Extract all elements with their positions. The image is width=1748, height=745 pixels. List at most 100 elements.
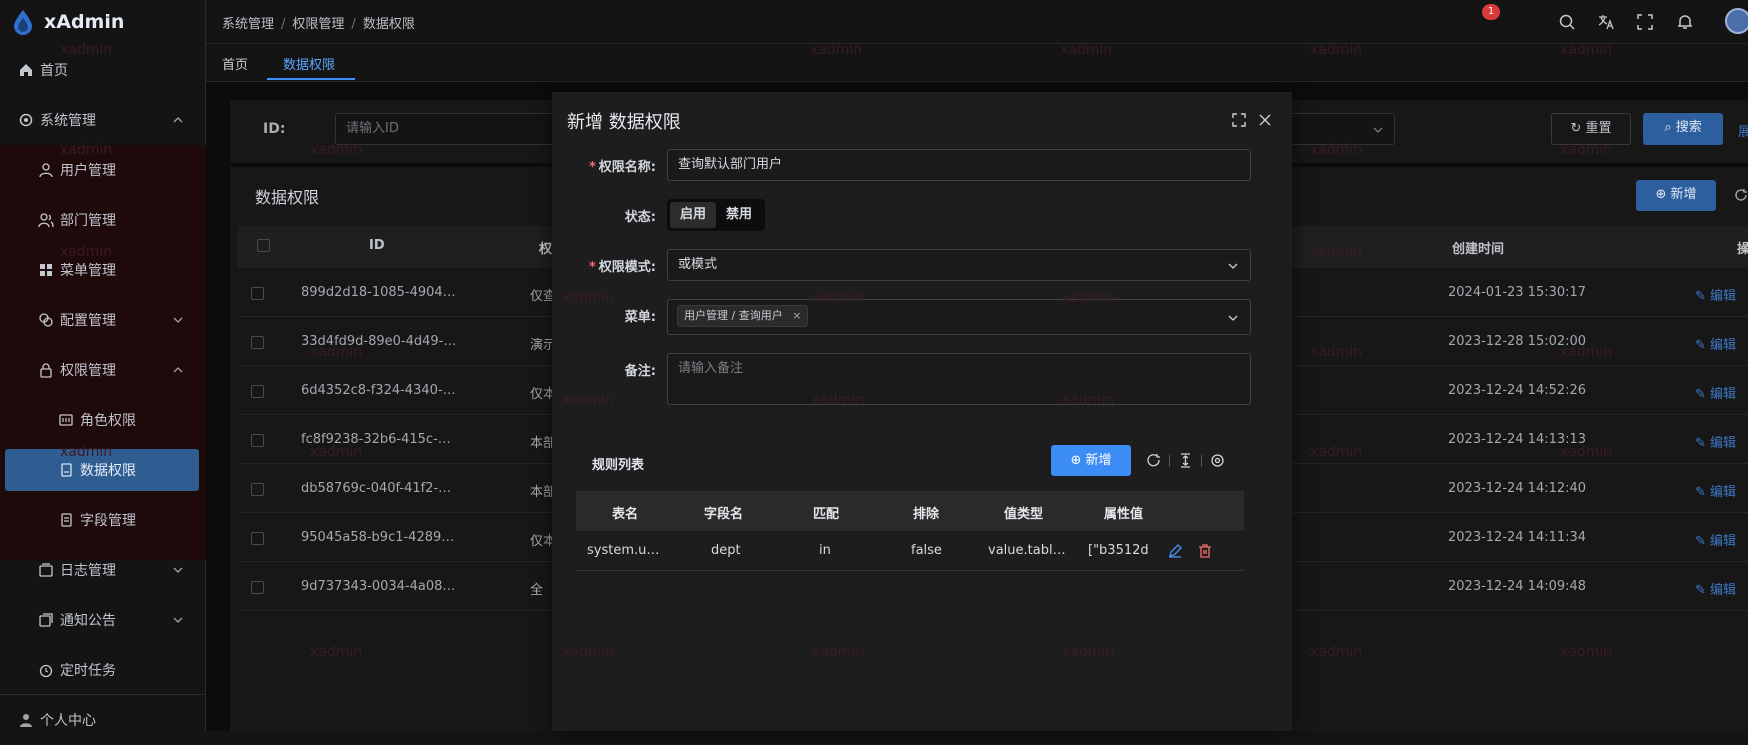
column-header[interactable]: 创建时间 <box>1452 238 1504 257</box>
row-edit-link[interactable]: ✎ 编辑 <box>1695 432 1736 451</box>
search-icon[interactable] <box>1558 13 1576 31</box>
add-rule-button[interactable]: ⊕ 新增 <box>1051 445 1131 476</box>
rules-column-header: 属性值 <box>1104 503 1143 522</box>
row-edit-link[interactable]: ✎ 编辑 <box>1695 530 1736 549</box>
sidebar-item-field-management[interactable]: 字段管理 <box>0 495 206 545</box>
row-id-cell: fc8f9238-32b6-415c-… <box>301 432 451 447</box>
avatar[interactable] <box>1725 8 1748 34</box>
edit-icon[interactable] <box>1168 544 1182 558</box>
name-label: *权限名称: <box>586 156 656 175</box>
breadcrumb-item[interactable]: 权限管理 <box>292 17 344 32</box>
row-edit-link[interactable]: ✎ 编辑 <box>1695 334 1736 353</box>
sidebar-item-notices[interactable]: 通知公告 <box>0 595 206 645</box>
search-button[interactable]: ⌕ 搜索 <box>1643 113 1723 145</box>
permission-name-input[interactable]: 查询默认部门用户 <box>667 149 1251 181</box>
row-checkbox[interactable] <box>251 532 264 545</box>
row-checkbox[interactable] <box>251 287 264 300</box>
row-name-cell: 全 <box>530 579 543 598</box>
row-edit-link[interactable]: ✎ 编辑 <box>1695 285 1736 304</box>
app-name: xAdmin <box>44 11 124 33</box>
row-checkbox[interactable] <box>251 483 264 496</box>
column-header[interactable]: 操 <box>1737 238 1748 257</box>
home-icon <box>18 62 34 78</box>
watermark: xadmin <box>812 644 864 660</box>
tag-close-icon[interactable]: × <box>792 309 801 322</box>
delete-icon[interactable] <box>1198 544 1212 558</box>
expand-link[interactable]: 展 <box>1738 121 1748 140</box>
sidebar-item-role-permissions[interactable]: 角色权限 <box>0 395 206 445</box>
add-data-permission-dialog: 新增 数据权限 *权限名称: 查询默认部门用户 状态: 启用 禁用 *权限模式:… <box>552 92 1292 731</box>
add-button[interactable]: ⊕ 新增 <box>1636 180 1716 211</box>
sidebar-item-departments[interactable]: 部门管理 <box>0 195 206 245</box>
sidebar-item-data-permissions[interactable]: 数据权限 <box>0 445 206 495</box>
close-icon[interactable] <box>1258 113 1272 127</box>
refresh-icon[interactable] <box>1734 188 1748 202</box>
row-edit-link[interactable]: ✎ 编辑 <box>1695 383 1736 402</box>
row-created-cell: 2023-12-24 14:11:34 <box>1448 530 1586 545</box>
row-edit-link[interactable]: ✎ 编辑 <box>1695 481 1736 500</box>
remark-textarea[interactable]: 请输入备注 <box>667 353 1251 405</box>
row-checkbox[interactable] <box>251 434 264 447</box>
row-id-cell: db58769c-040f-41f2-… <box>301 481 451 496</box>
row-checkbox[interactable] <box>251 336 264 349</box>
maximize-icon[interactable] <box>1232 113 1246 127</box>
row-id-cell: 95045a58-b9c1-4289… <box>301 530 454 545</box>
bell-icon[interactable] <box>1676 13 1694 31</box>
permission-mode-select[interactable]: 或模式 <box>667 249 1251 281</box>
app-logo[interactable]: xAdmin <box>0 0 205 44</box>
grid-icon <box>38 262 54 278</box>
rules-column-header: 排除 <box>913 503 939 522</box>
column-height-icon[interactable] <box>1178 453 1193 468</box>
refresh-icon[interactable] <box>1146 453 1161 468</box>
sidebar-item-logs[interactable]: 日志管理 <box>0 545 206 595</box>
row-checkbox[interactable] <box>251 385 264 398</box>
reset-button[interactable]: ↻ 重置 <box>1551 113 1631 145</box>
breadcrumb: 系统管理/权限管理/数据权限 <box>222 13 415 32</box>
table-title: 数据权限 <box>255 184 319 208</box>
tabs-bar: 首页 数据权限 <box>206 44 1748 82</box>
status-disabled-option[interactable]: 禁用 <box>716 202 762 228</box>
status-enabled-option[interactable]: 启用 <box>670 202 716 228</box>
active-tab-indicator <box>267 78 355 80</box>
chevron-down-icon <box>172 314 184 326</box>
breadcrumb-item[interactable]: 系统管理 <box>222 17 274 32</box>
toolbar-divider <box>1169 455 1170 467</box>
tab-data-permissions[interactable]: 数据权限 <box>283 54 335 73</box>
watermark: xadmin <box>562 644 614 660</box>
id-label: ID: <box>263 121 285 137</box>
id-search-input[interactable]: 请输入ID <box>335 113 555 145</box>
sidebar-item-system[interactable]: 系统管理 <box>0 95 206 145</box>
fullscreen-icon[interactable] <box>1636 13 1654 31</box>
row-created-cell: 2024-01-23 15:30:17 <box>1448 285 1586 300</box>
watermark: xadmin <box>562 290 614 306</box>
sidebar: xAdmin 首页 系统管理 用户管理 部门管理 菜单管理 配置管理 权限管理 … <box>0 0 206 731</box>
breadcrumb-item: 数据权限 <box>363 17 415 32</box>
row-created-cell: 2023-12-24 14:13:13 <box>1448 432 1586 447</box>
sidebar-item-permissions[interactable]: 权限管理 <box>0 345 206 395</box>
rules-row-divider <box>576 570 1244 571</box>
notice-icon <box>38 612 54 628</box>
chevron-down-icon <box>1372 124 1384 136</box>
row-edit-link[interactable]: ✎ 编辑 <box>1695 579 1736 598</box>
sidebar-item-home[interactable]: 首页 <box>0 45 206 95</box>
select-all-checkbox[interactable] <box>257 239 270 252</box>
translate-icon[interactable] <box>1597 13 1615 31</box>
column-header[interactable]: 权 <box>539 238 552 257</box>
tab-home[interactable]: 首页 <box>222 54 248 73</box>
settings-icon[interactable] <box>1210 453 1225 468</box>
row-checkbox[interactable] <box>251 581 264 594</box>
search-select[interactable] <box>1290 113 1395 145</box>
sidebar-item-users[interactable]: 用户管理 <box>0 145 206 195</box>
chevron-down-icon <box>1227 312 1239 324</box>
remark-label: 备注: <box>586 360 656 379</box>
sidebar-item-config[interactable]: 配置管理 <box>0 295 206 345</box>
rule-value-cell: ["b3512d <box>1088 543 1149 558</box>
sidebar-item-profile[interactable]: 个人中心 <box>0 695 206 745</box>
sidebar-item-scheduled-tasks[interactable]: 定时任务 <box>0 645 206 695</box>
notification-badge: 1 <box>1482 4 1500 20</box>
column-header[interactable]: ID <box>369 238 385 253</box>
config-icon <box>38 312 54 328</box>
top-bar: 系统管理/权限管理/数据权限 <box>206 0 1748 44</box>
row-id-cell: 33d4fd9d-89e0-4d49-… <box>301 334 456 349</box>
sidebar-item-menus[interactable]: 菜单管理 <box>0 245 206 295</box>
